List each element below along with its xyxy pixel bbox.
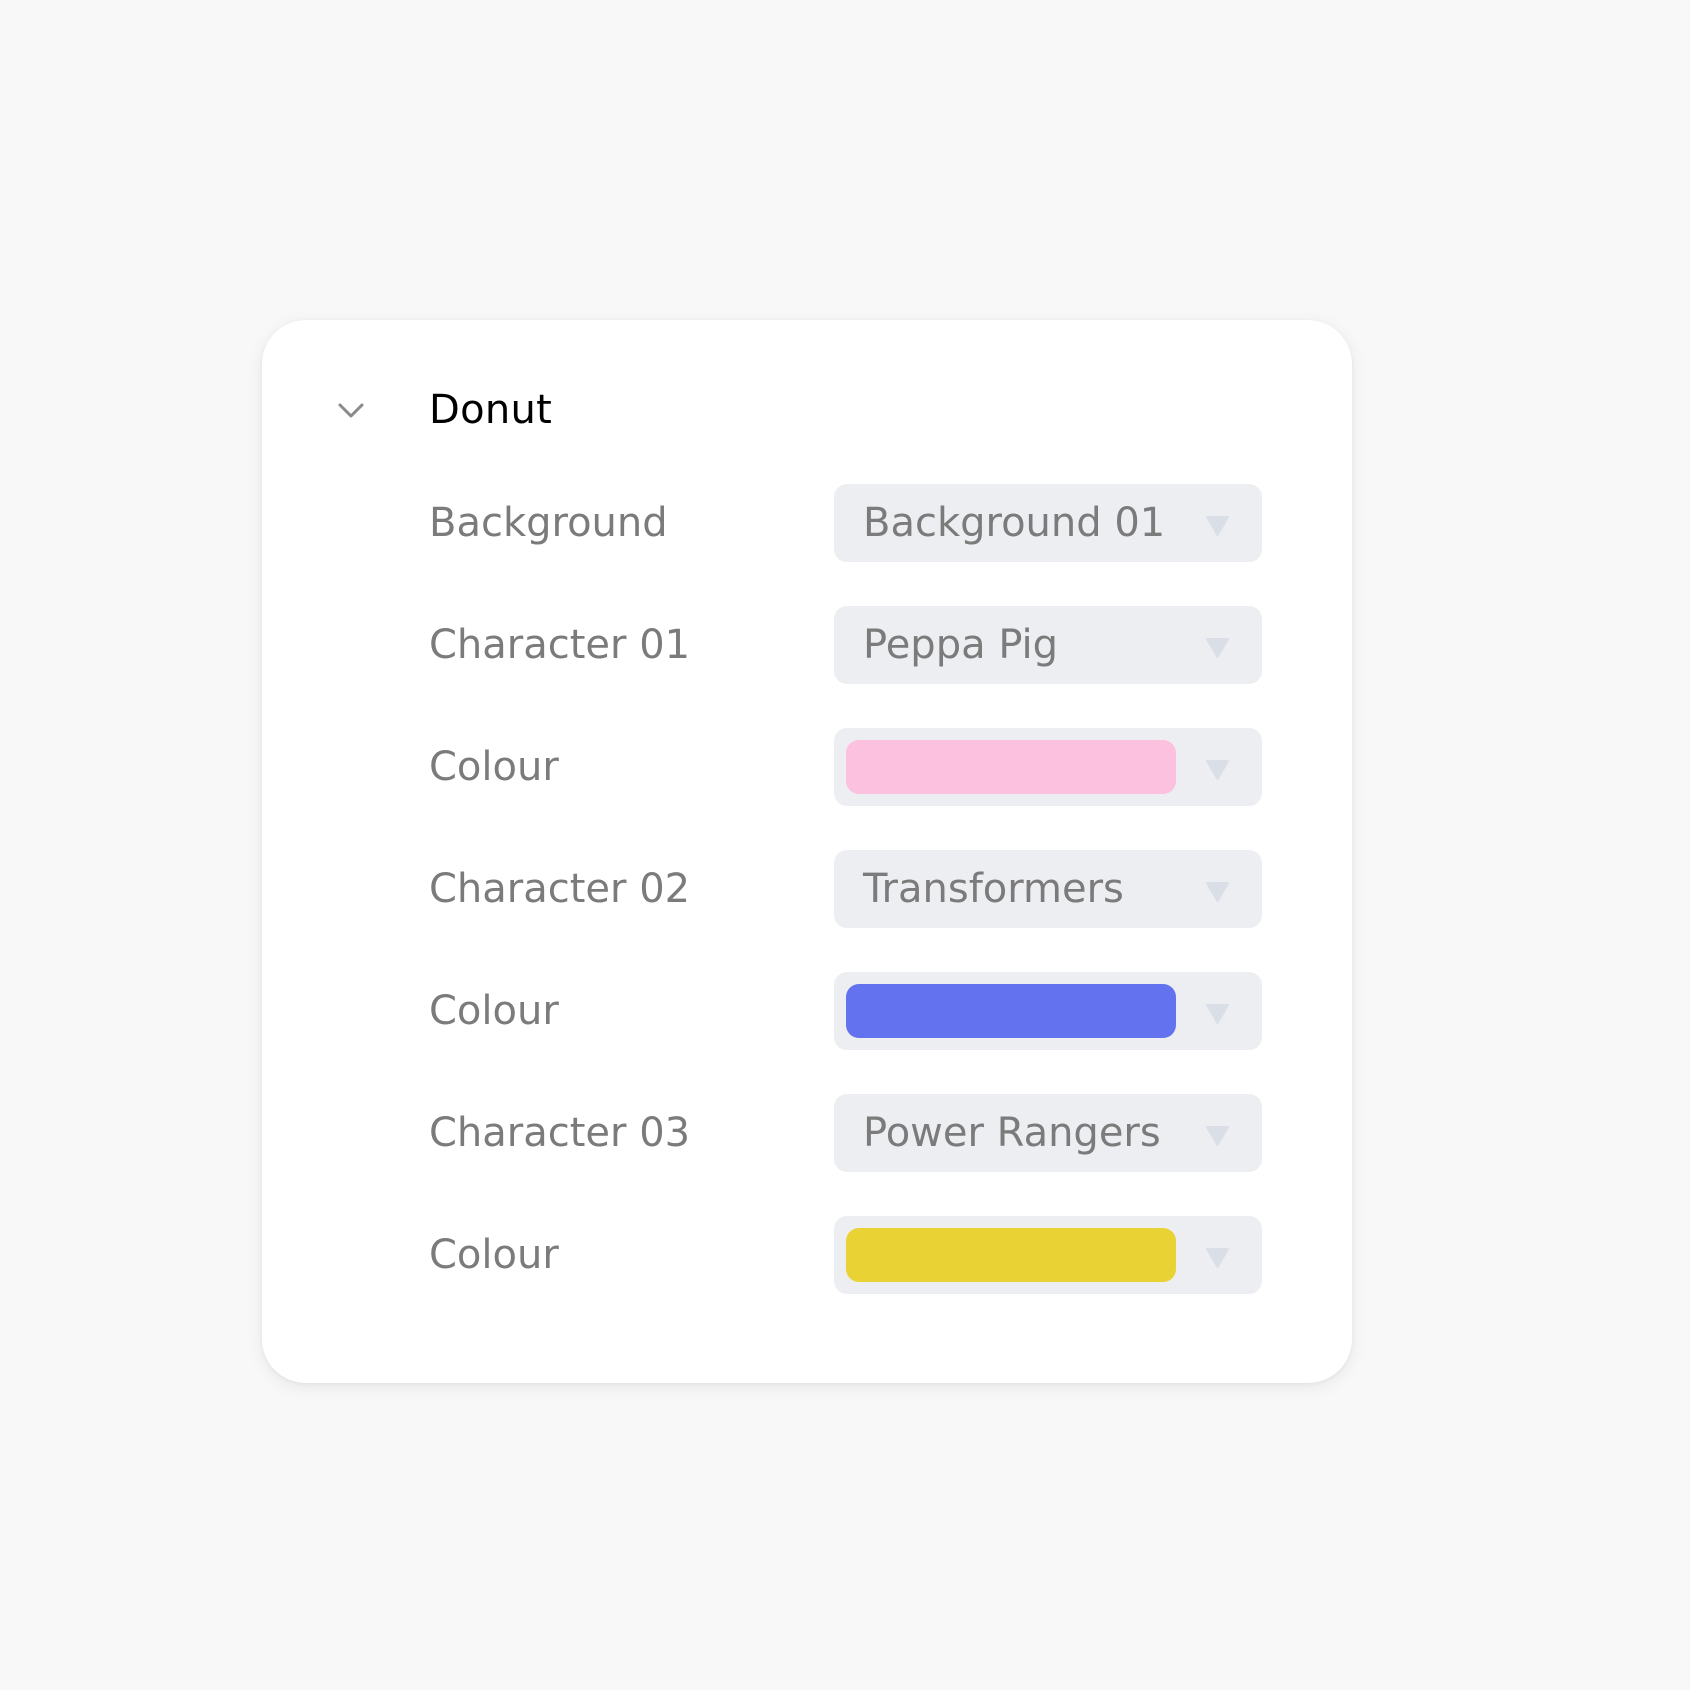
section-title: Donut xyxy=(429,387,553,433)
colour-03-select[interactable] xyxy=(834,1216,1262,1294)
dropdown-arrow-icon xyxy=(1206,1126,1229,1146)
dropdown-arrow-icon xyxy=(1206,882,1229,902)
select-value: Peppa Pig xyxy=(863,622,1059,668)
setting-label: Character 01 xyxy=(429,622,691,668)
select-value: Power Rangers xyxy=(863,1110,1161,1156)
setting-row-colour-03: Colour xyxy=(0,1216,1690,1294)
character-01-select[interactable]: Peppa Pig xyxy=(834,606,1262,684)
color-swatch xyxy=(846,984,1176,1038)
setting-row-character-03: Character 03 Power Rangers xyxy=(0,1094,1690,1172)
setting-row-character-01: Character 01 Peppa Pig xyxy=(0,606,1690,684)
setting-label: Colour xyxy=(429,744,559,790)
character-03-select[interactable]: Power Rangers xyxy=(834,1094,1262,1172)
character-02-select[interactable]: Transformers xyxy=(834,850,1262,928)
setting-row-colour-01: Colour xyxy=(0,728,1690,806)
setting-label: Character 02 xyxy=(429,866,691,912)
dropdown-arrow-icon xyxy=(1206,1004,1229,1024)
setting-label: Colour xyxy=(429,1232,559,1278)
collapse-toggle-button[interactable] xyxy=(337,400,365,420)
dropdown-arrow-icon xyxy=(1206,760,1229,780)
dropdown-arrow-icon xyxy=(1206,638,1229,658)
setting-row-background: Background Background 01 xyxy=(0,484,1690,562)
setting-row-colour-02: Colour xyxy=(0,972,1690,1050)
background-select[interactable]: Background 01 xyxy=(834,484,1262,562)
select-value: Background 01 xyxy=(863,500,1166,546)
setting-label: Character 03 xyxy=(429,1110,691,1156)
colour-01-select[interactable] xyxy=(834,728,1262,806)
color-swatch xyxy=(846,740,1176,794)
setting-label: Background xyxy=(429,500,668,546)
setting-label: Colour xyxy=(429,988,559,1034)
dropdown-arrow-icon xyxy=(1206,1248,1229,1268)
setting-row-character-02: Character 02 Transformers xyxy=(0,850,1690,928)
dropdown-arrow-icon xyxy=(1206,516,1229,536)
select-value: Transformers xyxy=(863,866,1124,912)
color-swatch xyxy=(846,1228,1176,1282)
chevron-down-icon xyxy=(338,403,364,418)
colour-02-select[interactable] xyxy=(834,972,1262,1050)
